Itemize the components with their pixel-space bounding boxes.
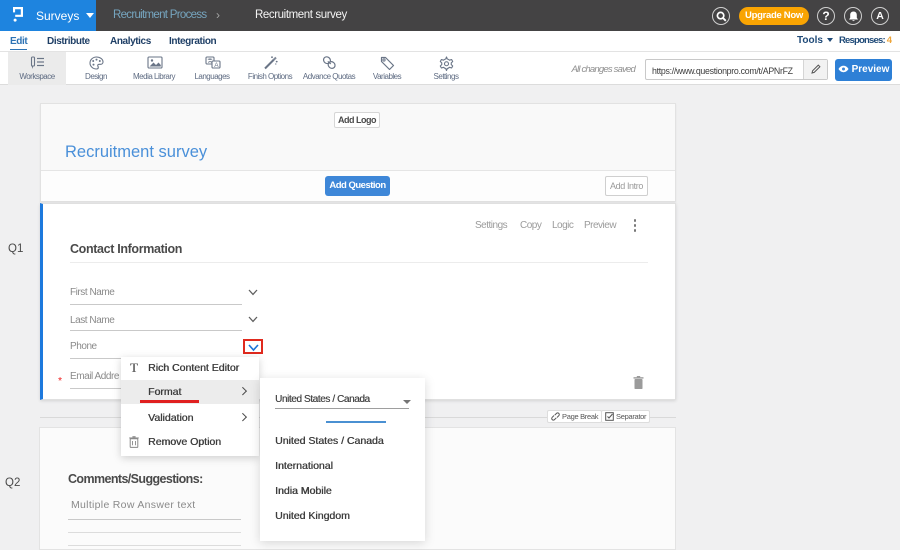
svg-text:A: A	[214, 62, 219, 69]
